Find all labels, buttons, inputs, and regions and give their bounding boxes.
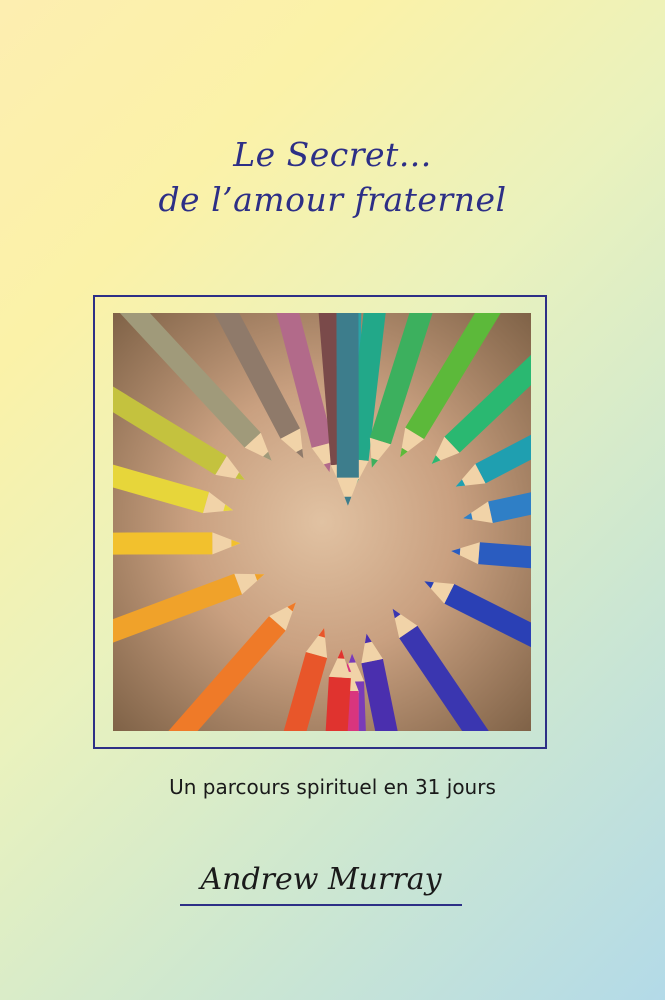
pencil xyxy=(113,532,241,555)
pencil-body xyxy=(113,573,243,643)
pencil-heart-illustration xyxy=(113,313,531,731)
pencil-lead xyxy=(337,649,345,659)
title-line-1: Le Secret... xyxy=(233,135,432,174)
pencil-body xyxy=(336,313,359,478)
pencil-lead xyxy=(348,653,356,663)
pencil-wood xyxy=(361,633,383,664)
title-line-2: de l’amour fraternel xyxy=(158,180,507,219)
pencil-body xyxy=(361,658,398,731)
author-underline xyxy=(180,904,462,906)
pencil-lead xyxy=(231,539,241,547)
pencil-wood xyxy=(463,501,493,524)
pencil-lead xyxy=(463,512,473,520)
pencil-body xyxy=(113,532,213,555)
subtitle: Un parcours spirituel en 31 jours xyxy=(169,775,496,799)
pencil-body xyxy=(399,625,489,731)
pencil-body xyxy=(283,651,328,731)
pencil-wood xyxy=(451,542,480,565)
pencil-lead xyxy=(344,496,352,506)
pencil-lead xyxy=(451,548,461,556)
pencil-body xyxy=(478,542,531,569)
author-name: Andrew Murray xyxy=(200,862,442,897)
pencil-body xyxy=(325,676,351,731)
pencil xyxy=(451,542,531,569)
pencil xyxy=(325,649,351,731)
book-cover: Le Secret... de l’amour fraternel Un par… xyxy=(0,0,665,1000)
pencil-lead xyxy=(364,633,372,644)
pencil-body xyxy=(168,616,286,731)
cover-photo xyxy=(113,313,531,731)
pencil xyxy=(336,313,359,506)
pencil-body xyxy=(444,584,531,648)
